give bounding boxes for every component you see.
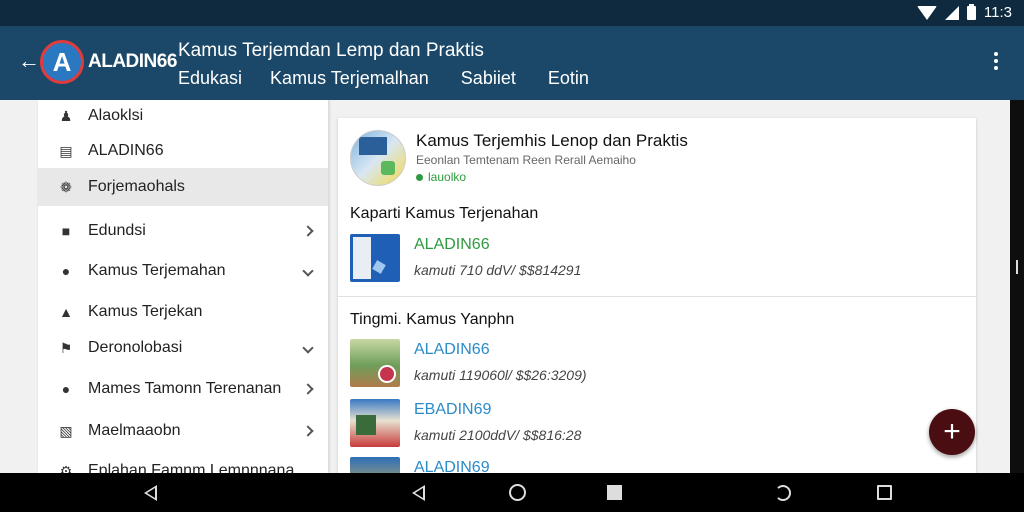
battery-icon [966,3,976,20]
nav-back-button-2[interactable] [398,473,438,512]
card-title: Kamus Terjemhis Lenop dan Praktis [416,131,688,150]
drawer-item-deronolobasi[interactable]: ⚑ Deronolobasi [38,330,328,366]
overview-square-icon [876,485,892,500]
drawer-item-label: Mames Tamonn Terenanan [88,380,282,397]
drawer-item-eplahan[interactable]: ⚙ Eplahan Famnm Lemnnnana [38,456,328,473]
nav-back-button[interactable] [130,473,170,512]
item-meta: kamuti 710 ddV/ $$814291 [414,262,582,278]
nav-home-button[interactable] [497,473,537,512]
section-title: Tingmi. Kamus Yanphn [350,311,515,328]
app-bar: ← A ALADIN66 Kamus Terjemdan Lemp dan Pr… [0,26,1024,100]
puzzle-icon: ❁ [60,178,72,195]
nav-recents-button[interactable] [594,473,634,512]
list-item[interactable]: EBADIN69 kamuti 2100ddV/ $$816:28 [350,399,950,449]
list-item[interactable]: ALADIN69 [350,457,950,473]
item-title: ALADIN66 [414,341,490,358]
item-meta: kamuti 2100ddV/ $$816:28 [414,427,582,443]
info-icon: ● [61,263,71,279]
wifi-icon [916,5,937,20]
item-title: EBADIN69 [414,401,492,418]
section-title: Kaparti Kamus Terjenahan [350,205,539,222]
add-fab-button[interactable]: + [929,409,975,455]
rotate-icon [775,484,791,501]
tab-edukasi[interactable]: Edukasi [178,68,242,89]
drawer-item-maelmaaobn[interactable]: ▧ Maelmaaobn [38,412,328,450]
person-icon: ♟ [59,107,73,124]
app-tabs: Edukasi Kamus Terjemalhan Sabiiet Eotin [178,68,589,89]
system-nav-bar [0,473,1024,512]
list-item[interactable]: ALADIN66 kamuti 119060l/ $$26:3209) [350,339,950,389]
item-thumbnail [350,234,400,282]
chevron-right-icon [302,383,314,395]
drawer-item-mames-tamonn[interactable]: ● Mames Tamonn Terenanan [38,370,328,408]
nav-rotate-button[interactable] [763,473,803,512]
lock-icon: ■ [61,223,71,239]
tab-eotin[interactable]: Eotin [548,68,589,89]
drawer-item-label: Forjemaohals [88,178,185,195]
main-card: Kamus Terjemhis Lenop dan Praktis Eeonla… [338,118,976,473]
chevron-right-icon [302,225,314,237]
navigation-drawer: ♟ Alaoklsi ▤ ALADIN66 ❁ Forjemaohals ■ E… [38,100,328,473]
item-title: ALADIN69 [414,459,490,473]
flag-icon: ⚑ [59,339,73,356]
brand-name: ALADIN66 [88,51,177,72]
drawer-item-aladin66[interactable]: ▤ ALADIN66 [38,138,328,164]
back-triangle-icon [143,484,157,501]
item-thumbnail [350,457,400,473]
drawer-item-label: Kamus Terjekan [88,303,203,320]
item-title: ALADIN66 [414,236,490,253]
status-bar: 11:3 [0,0,1024,26]
recents-square-icon [606,485,622,500]
drawer-item-label: Deronolobasi [88,339,183,356]
printer-icon: ▧ [59,422,73,439]
status-indicator: lauolko [416,170,466,184]
drawer-item-kamus-terjemahan[interactable]: ● Kamus Terjemahan [38,252,328,290]
chevron-right-icon [302,425,314,437]
drawer-item-label: Edundsi [88,222,146,239]
drawer-item-label: Alaoklsi [88,107,144,124]
list-item[interactable]: ALADIN66 kamuti 710 ddV/ $$814291 [350,234,950,284]
drop-icon: ● [61,381,71,397]
card-subtitle: Eeonlan Temtenam Reen Rerall Aemaiho [416,153,636,167]
chart-icon: ▤ [59,142,73,159]
drawer-item-label: ALADIN66 [88,142,164,159]
drawer-item-label: Kamus Terjemahan [88,262,226,279]
drawer-item-kamus-terjekan[interactable]: ▲ Kamus Terjekan [38,294,328,330]
warning-icon: ▲ [59,304,73,320]
item-meta: kamuti 119060l/ $$26:3209) [414,367,587,383]
item-thumbnail [350,399,400,447]
home-circle-icon [508,484,526,501]
drawer-item-label: Eplahan Famnm Lemnnnana [88,462,295,473]
chevron-down-icon [302,342,314,354]
item-thumbnail [350,339,400,387]
drawer-item-edundsi[interactable]: ■ Edundsi [38,212,328,250]
signal-icon [944,5,959,20]
status-time: 11:3 [983,4,1012,21]
logo-letter: A [52,46,72,77]
overflow-menu-icon[interactable] [990,48,1002,74]
chevron-down-icon [302,265,314,277]
online-dot-icon [416,173,423,181]
divider [338,296,976,297]
drawer-item-alaoklsi[interactable]: ♟ Alaoklsi [38,104,328,128]
page-title: Kamus Terjemdan Lemp dan Praktis [178,40,484,61]
nav-overview-button[interactable] [864,473,904,512]
drawer-item-label: Maelmaaobn [88,422,181,439]
status-text: lauolko [428,170,467,184]
plus-icon: + [943,415,961,448]
back-triangle-icon [411,484,425,501]
tab-kamus-terjemahan[interactable]: Kamus Terjemalhan [270,68,429,89]
status-icons: 11:3 [916,3,1012,21]
brand-logo: A [40,40,84,84]
header-avatar [350,130,406,186]
content-area: ♟ Alaoklsi ▤ ALADIN66 ❁ Forjemaohals ■ E… [0,100,1010,473]
screen-edge [1010,100,1024,473]
tab-sabiiet[interactable]: Sabiiet [461,68,516,89]
drawer-item-forjemaohals[interactable]: ❁ Forjemaohals [38,168,328,206]
gear-icon: ⚙ [59,462,73,474]
back-arrow-icon[interactable]: ← [18,48,40,74]
